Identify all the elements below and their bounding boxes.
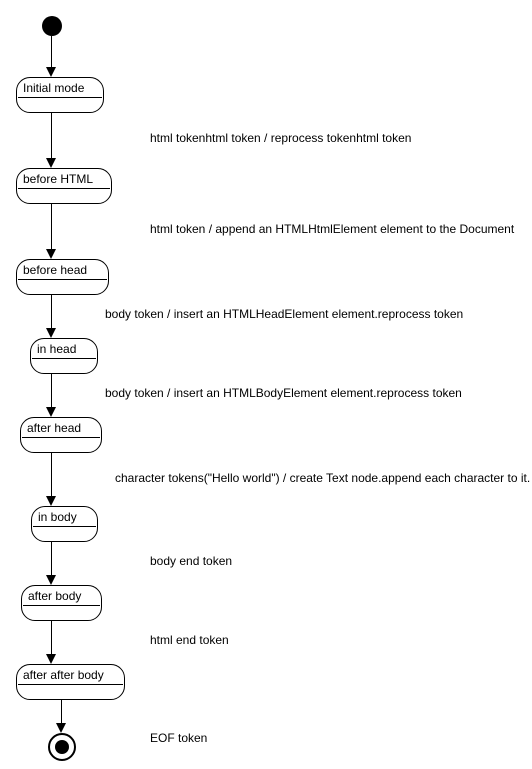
arrow-head-icon [46, 496, 56, 506]
state-label: Initial mode [17, 78, 103, 97]
arrow-line [51, 374, 52, 409]
arrow-line [51, 204, 52, 251]
arrow-head-icon [46, 407, 56, 417]
state-divider [23, 605, 100, 620]
state-in-body: in body [31, 506, 98, 542]
arrow-head-icon [46, 249, 56, 259]
state-divider [32, 358, 96, 373]
transition-label: body token / insert an HTMLBodyElement e… [105, 386, 462, 402]
state-divider [18, 279, 107, 294]
arrow-line [61, 700, 62, 725]
state-divider [33, 526, 96, 541]
arrow-line [51, 453, 52, 498]
end-node [48, 733, 76, 761]
transition-label: html token / append an HTMLHtmlElement e… [150, 222, 514, 238]
state-initial-mode: Initial mode [16, 77, 104, 113]
state-before-head: before head [16, 259, 109, 295]
arrow-line [51, 113, 52, 160]
state-label: after head [21, 418, 101, 437]
arrow-line [51, 621, 52, 656]
arrow-head-icon [46, 158, 56, 168]
state-label: before HTML [17, 169, 111, 188]
transition-label: html end token [150, 633, 229, 649]
state-label: after body [22, 586, 101, 605]
arrow-line [51, 542, 52, 577]
arrow-line [51, 36, 52, 69]
transition-label: html tokenhtml token / reprocess tokenht… [150, 131, 411, 147]
arrow-head-icon [46, 654, 56, 664]
state-divider [18, 188, 110, 203]
state-divider [18, 97, 102, 112]
state-diagram: Initial mode html tokenhtml token / repr… [0, 0, 532, 769]
arrow-head-icon [46, 67, 56, 77]
transition-label: EOF token [150, 731, 207, 747]
state-label: after after body [17, 665, 124, 684]
state-divider [22, 437, 100, 452]
transition-label: body end token [150, 554, 232, 570]
state-label: in head [31, 339, 97, 358]
transition-label: body token / insert an HTMLHeadElement e… [105, 307, 463, 323]
transition-label: character tokens("Hello world") / create… [115, 471, 530, 487]
state-after-after-body: after after body [16, 664, 125, 700]
state-divider [18, 684, 123, 699]
state-after-body: after body [21, 585, 102, 621]
state-label: before head [17, 260, 108, 279]
state-after-head: after head [20, 417, 102, 453]
arrow-head-icon [56, 723, 66, 733]
end-node-inner [55, 740, 69, 754]
state-in-head: in head [30, 338, 98, 374]
start-node [42, 16, 62, 36]
arrow-head-icon [46, 575, 56, 585]
state-label: in body [32, 507, 97, 526]
arrow-head-icon [46, 328, 56, 338]
arrow-line [51, 295, 52, 330]
state-before-html: before HTML [16, 168, 112, 204]
